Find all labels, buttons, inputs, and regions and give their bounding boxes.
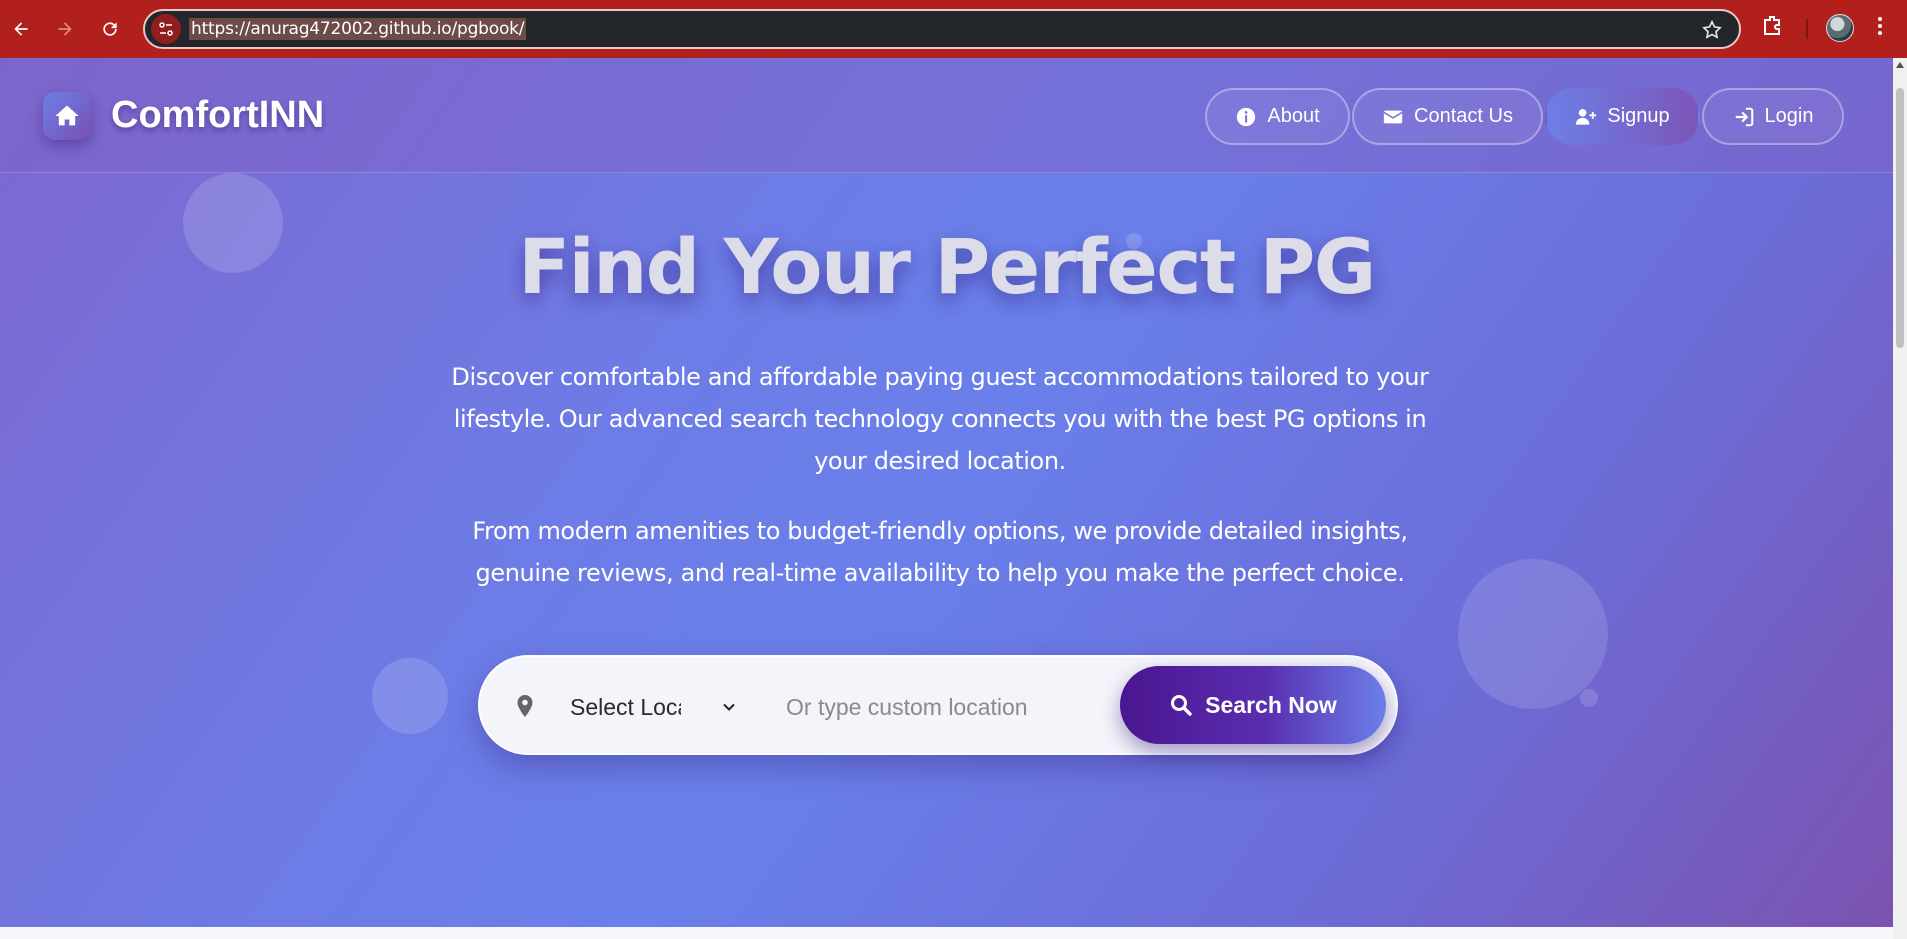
- info-icon: [1237, 107, 1256, 126]
- location-select[interactable]: Select Location: [570, 685, 740, 729]
- location-select-value: Select Location: [570, 693, 681, 720]
- tune-icon: [159, 22, 173, 36]
- custom-location-input[interactable]: [786, 685, 1086, 729]
- page-viewport: ComfortINN About Contact Us Signup Login…: [0, 58, 1893, 939]
- decorative-bubble: [1580, 689, 1598, 707]
- nav-login-button[interactable]: Login: [1702, 88, 1844, 145]
- map-pin-icon: [516, 695, 534, 722]
- nav-contact-label: Contact Us: [1414, 105, 1513, 127]
- browser-toolbar: https://anurag472002.github.io/pgbook/: [0, 0, 1907, 58]
- site-header: ComfortINN About Contact Us Signup Login: [0, 58, 1893, 173]
- nav-login-label: Login: [1764, 105, 1814, 127]
- search-now-label: Search Now: [1205, 691, 1337, 718]
- reload-button[interactable]: [95, 14, 125, 44]
- arrow-left-icon: [14, 22, 28, 36]
- page-scrollbar[interactable]: [1893, 58, 1907, 939]
- nav-contact-button[interactable]: Contact Us: [1352, 88, 1543, 145]
- nav-signup-label: Signup: [1607, 105, 1670, 127]
- address-bar[interactable]: https://anurag472002.github.io/pgbook/: [143, 9, 1741, 49]
- search-icon: [1171, 695, 1192, 716]
- forward-button[interactable]: [50, 14, 80, 44]
- decorative-bubble: [372, 658, 448, 734]
- reload-icon: [103, 22, 117, 36]
- extensions-icon[interactable]: [1761, 14, 1785, 43]
- url-text[interactable]: https://anurag472002.github.io/pgbook/: [189, 18, 527, 40]
- user-plus-icon: [1576, 108, 1597, 125]
- profile-avatar[interactable]: [1826, 14, 1854, 42]
- bookmark-star-icon[interactable]: [1701, 19, 1723, 46]
- menu-kebab-icon[interactable]: [1876, 14, 1884, 43]
- sign-in-icon: [1735, 107, 1753, 126]
- search-bar: Select Location Search Now: [478, 655, 1398, 755]
- scrollbar-thumb[interactable]: [1896, 88, 1904, 348]
- hero-description-primary: Discover comfortable and affordable payi…: [451, 363, 1429, 475]
- envelope-icon: [1383, 110, 1403, 123]
- brand-logo-text[interactable]: ComfortINN: [111, 94, 324, 137]
- nav-about-label: About: [1267, 105, 1320, 127]
- nav-signup-button[interactable]: Signup: [1545, 88, 1700, 145]
- home-icon[interactable]: [43, 92, 91, 140]
- nav-about-button[interactable]: About: [1205, 88, 1350, 145]
- chevron-down-icon: [723, 703, 735, 711]
- site-info-button[interactable]: [151, 14, 181, 44]
- toolbar-divider: [1806, 19, 1808, 39]
- decorative-bubble: [1458, 559, 1608, 709]
- scroll-up-arrow-icon[interactable]: [1896, 62, 1904, 68]
- search-now-button[interactable]: Search Now: [1120, 666, 1386, 744]
- arrow-right-icon: [58, 22, 72, 36]
- hero-description-secondary: From modern amenities to budget-friendly…: [472, 517, 1408, 587]
- next-section-edge: [0, 927, 1893, 939]
- hero-title: Find Your Perfect PG: [518, 222, 1376, 311]
- back-button[interactable]: [6, 14, 36, 44]
